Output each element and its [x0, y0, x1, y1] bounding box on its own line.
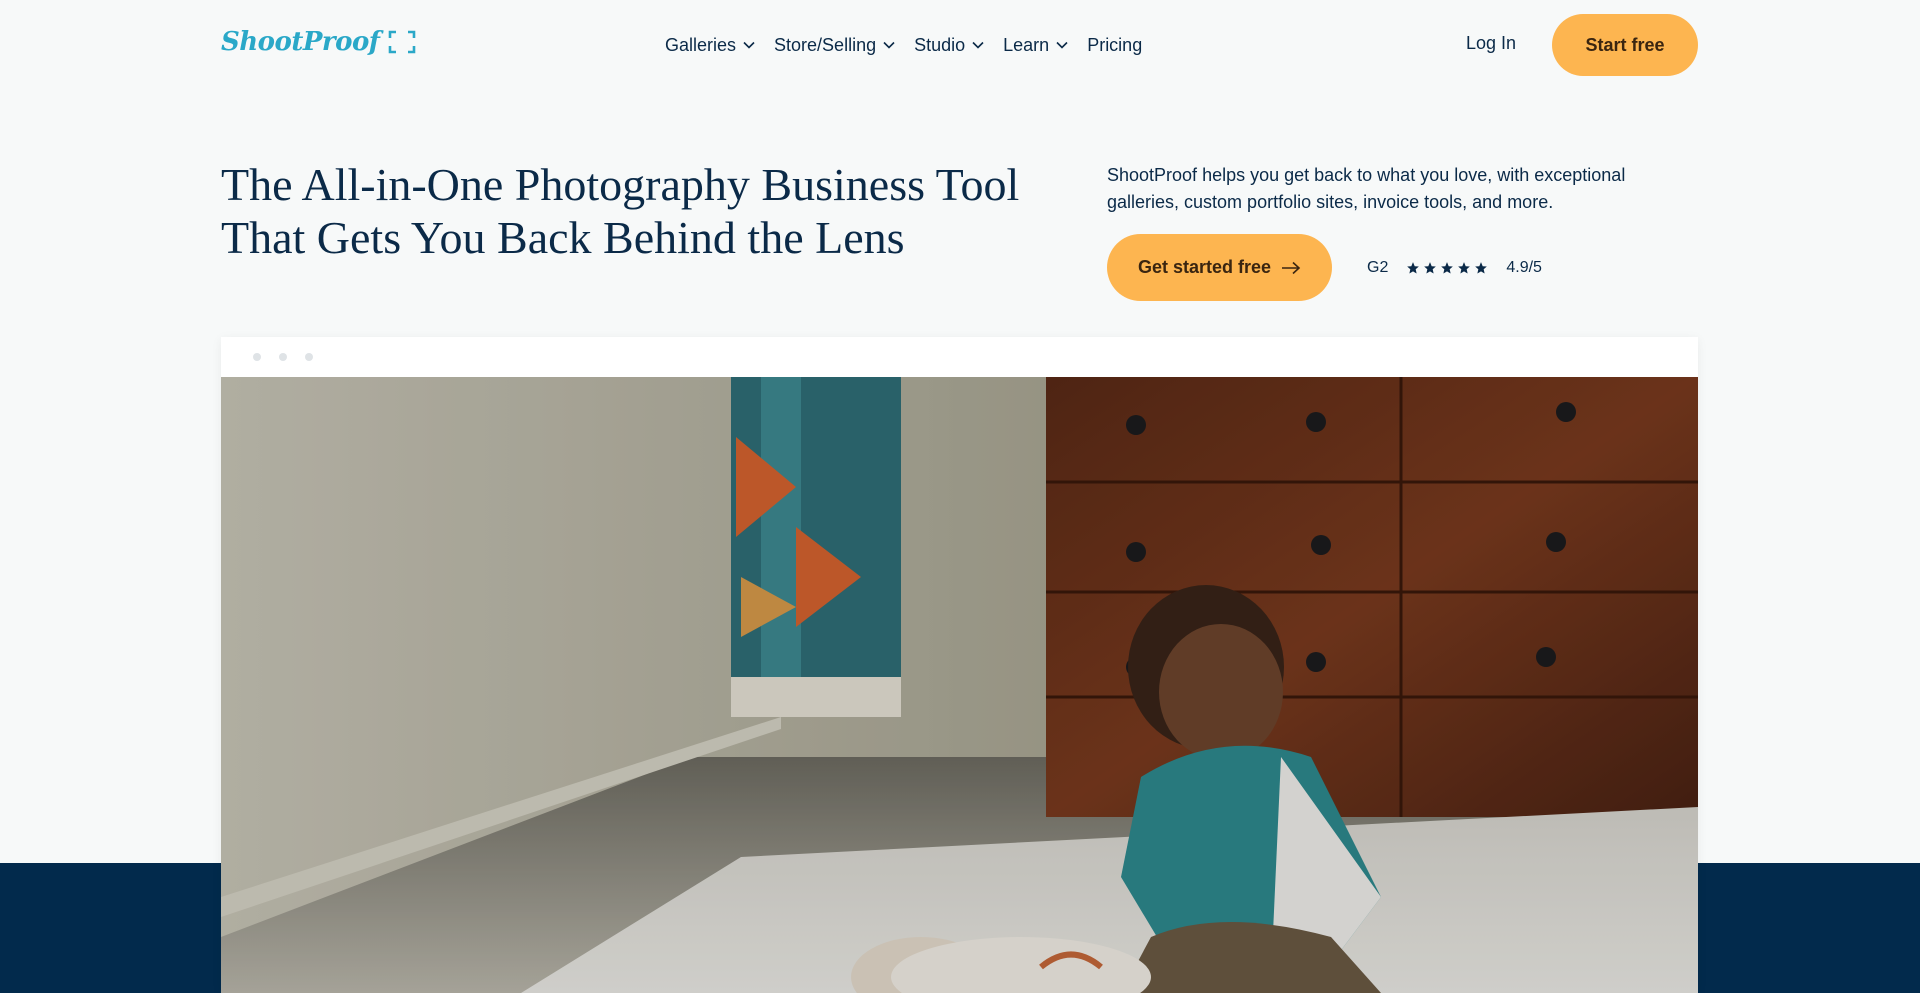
- start-free-button[interactable]: Start free: [1552, 14, 1698, 76]
- browser-toolbar: [221, 337, 1698, 377]
- star-icon: [1424, 262, 1437, 274]
- nav-item-studio[interactable]: Studio: [914, 35, 985, 56]
- window-dot: [279, 353, 287, 361]
- logo-bracket-icon: [388, 30, 416, 54]
- hero-photo: [221, 377, 1698, 993]
- hero-title-line-1: The All-in-One Photography Business Tool: [221, 159, 1020, 210]
- chevron-down-icon: [1056, 41, 1068, 49]
- main-nav: Galleries Store/Selling Studio Learn Pri…: [665, 30, 1160, 60]
- nav-item-label: Studio: [914, 34, 966, 55]
- arrow-right-icon: [1282, 261, 1301, 274]
- logo-text: ShootProof: [221, 27, 380, 57]
- chevron-down-icon: [743, 41, 755, 49]
- nav-item-galleries[interactable]: Galleries: [665, 35, 756, 56]
- get-started-label: Get started free: [1137, 257, 1272, 277]
- chevron-down-icon: [883, 41, 895, 49]
- nav-item-label: Store/Selling: [774, 34, 877, 55]
- star-icon: [1458, 262, 1471, 274]
- g2-rating: G2 4.9/5: [1367, 257, 1542, 279]
- nav-item-label: Pricing: [1087, 34, 1143, 55]
- nav-item-learn[interactable]: Learn: [1003, 35, 1069, 56]
- rating-value: 4.9/5: [1506, 259, 1542, 276]
- get-started-button[interactable]: Get started free: [1107, 234, 1332, 301]
- nav-item-pricing[interactable]: Pricing: [1087, 35, 1142, 56]
- window-dot: [305, 353, 313, 361]
- chevron-down-icon: [972, 41, 984, 49]
- rating-stars: [1406, 261, 1488, 275]
- nav-item-label: Learn: [1003, 34, 1050, 55]
- logo[interactable]: ShootProof: [221, 22, 416, 62]
- nav-item-label: Galleries: [665, 34, 737, 55]
- rating-source: G2: [1367, 259, 1389, 276]
- window-dot: [253, 353, 261, 361]
- star-icon: [1475, 262, 1488, 274]
- browser-mockup: [221, 337, 1698, 993]
- star-icon: [1441, 262, 1454, 274]
- site-header: ShootProof Galleries Store/Selling Studi…: [0, 0, 1920, 90]
- hero-title: The All-in-One Photography Business Tool…: [221, 158, 1041, 264]
- hero-title-line-2: That Gets You Back Behind the Lens: [221, 212, 905, 263]
- star-icon: [1407, 262, 1420, 274]
- login-link[interactable]: Log In: [1466, 33, 1516, 54]
- hero-description: ShootProof helps you get back to what yo…: [1107, 165, 1626, 212]
- nav-item-store-selling[interactable]: Store/Selling: [774, 35, 896, 56]
